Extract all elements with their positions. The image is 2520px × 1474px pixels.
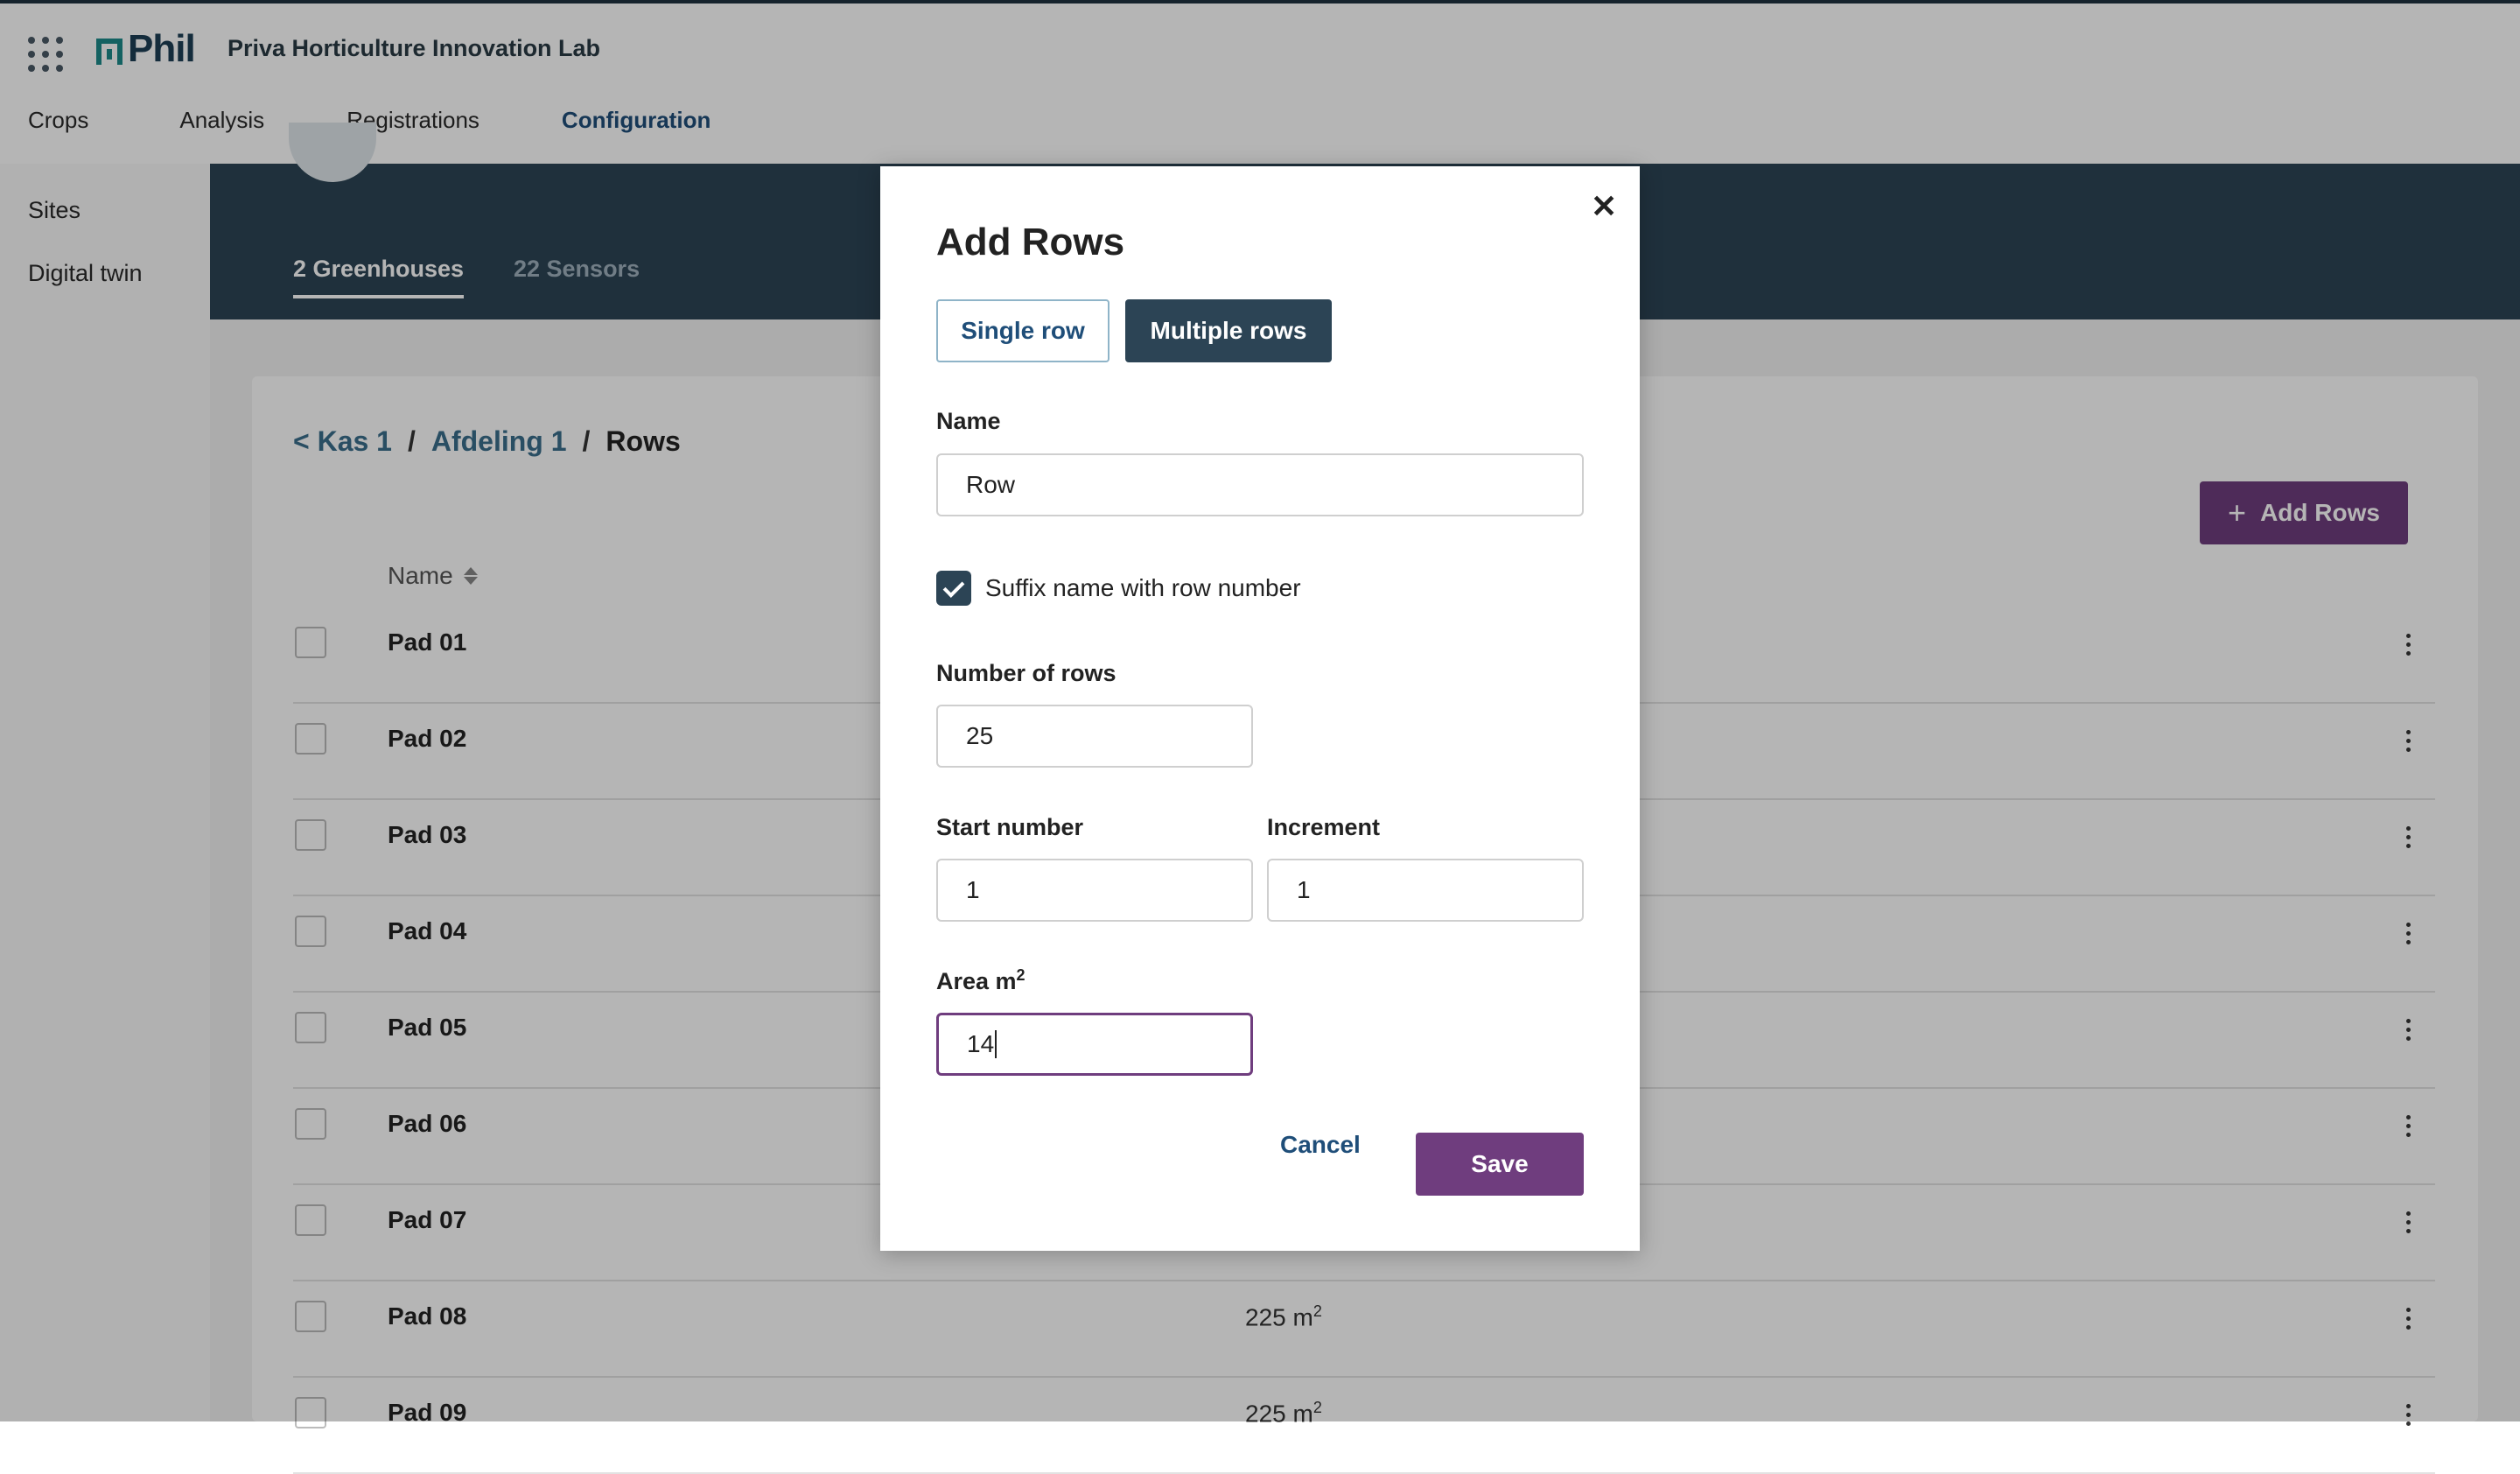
- area-label-exponent: 2: [1016, 966, 1026, 984]
- name-field[interactable]: Row: [936, 453, 1584, 516]
- checkmark-icon: [942, 575, 965, 598]
- area-value: 14: [967, 1030, 995, 1057]
- name-label: Name: [936, 408, 1001, 434]
- cancel-button[interactable]: Cancel: [1280, 1131, 1361, 1159]
- save-button[interactable]: Save: [1416, 1133, 1584, 1196]
- suffix-checkbox-label[interactable]: Suffix name with row number: [985, 574, 1301, 602]
- close-icon[interactable]: ✕: [1591, 191, 1617, 222]
- number-of-rows-label: Number of rows: [936, 660, 1116, 686]
- single-row-tab[interactable]: Single row: [936, 299, 1110, 362]
- area-field[interactable]: 14: [936, 1013, 1253, 1076]
- number-of-rows-field[interactable]: 25: [936, 705, 1253, 768]
- start-number-field[interactable]: 1: [936, 859, 1253, 922]
- number-of-rows-value: 25: [966, 722, 994, 749]
- multiple-rows-tab[interactable]: Multiple rows: [1125, 299, 1332, 362]
- suffix-checkbox[interactable]: [936, 571, 971, 606]
- increment-value: 1: [1297, 876, 1311, 903]
- dialog-title: Add Rows: [936, 221, 1125, 263]
- name-value: Row: [966, 471, 1016, 498]
- start-number-value: 1: [966, 876, 980, 903]
- increment-field[interactable]: 1: [1267, 859, 1584, 922]
- kebab-dot: [2405, 1421, 2411, 1426]
- add-rows-dialog: ✕ Add Rows Single row Multiple rows Name…: [880, 166, 1640, 1251]
- text-caret: [995, 1030, 998, 1058]
- start-number-label: Start number: [936, 814, 1084, 840]
- increment-label: Increment: [1267, 814, 1381, 840]
- area-label: Area m2: [936, 966, 1026, 995]
- area-label-text: Area m: [936, 968, 1017, 994]
